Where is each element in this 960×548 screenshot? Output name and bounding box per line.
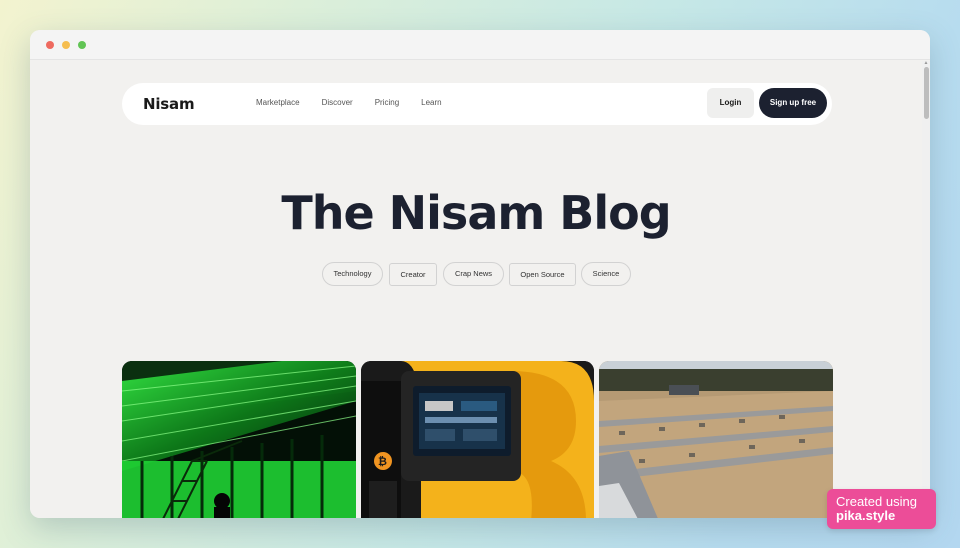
browser-window: ▲ Nisam Marketplace Discover Pricing Lea… <box>30 30 930 518</box>
minimize-window-dot[interactable] <box>62 41 70 49</box>
tag-science[interactable]: Science <box>581 262 631 286</box>
close-window-dot[interactable] <box>46 41 54 49</box>
badge-line-2: pika.style <box>836 508 896 523</box>
nav-link-pricing[interactable]: Pricing <box>375 98 399 107</box>
blog-card-image-construction-site[interactable] <box>599 361 833 518</box>
page-title: The Nisam Blog <box>281 186 671 240</box>
nav-link-marketplace[interactable]: Marketplace <box>256 98 300 107</box>
pika-style-badge[interactable]: Created using pika.style <box>827 489 936 529</box>
tag-technology[interactable]: Technology <box>322 262 383 286</box>
category-tags: Technology Creator Crap News Open Source… <box>322 262 632 286</box>
nav-link-learn[interactable]: Learn <box>421 98 441 107</box>
nav-links: Marketplace Discover Pricing Learn <box>256 98 464 107</box>
tag-open-source[interactable]: Open Source <box>509 263 576 286</box>
tag-creator[interactable]: Creator <box>389 263 437 286</box>
scroll-up-arrow-icon[interactable]: ▲ <box>923 61 929 66</box>
construction-site-image <box>599 361 833 518</box>
login-button[interactable]: Login <box>707 88 754 118</box>
maximize-window-dot[interactable] <box>78 41 86 49</box>
scrollbar[interactable]: ▲ <box>922 61 930 518</box>
svg-text:₿: ₿ <box>378 455 387 468</box>
blog-card-image-bitcoin-atm[interactable]: ₿ <box>361 361 594 518</box>
signup-button[interactable]: Sign up free <box>759 88 827 118</box>
scrollbar-thumb[interactable] <box>924 67 929 119</box>
window-titlebar <box>30 30 930 60</box>
badge-line-1: Created using <box>836 494 917 509</box>
site-logo[interactable]: Nisam <box>143 95 195 113</box>
server-room-image <box>122 361 356 518</box>
top-navbar: Nisam Marketplace Discover Pricing Learn… <box>122 83 832 125</box>
nav-link-discover[interactable]: Discover <box>322 98 353 107</box>
blog-card-image-server-room[interactable] <box>122 361 356 518</box>
bitcoin-atm-image: ₿ <box>361 361 594 518</box>
tag-crap-news[interactable]: Crap News <box>443 262 504 286</box>
